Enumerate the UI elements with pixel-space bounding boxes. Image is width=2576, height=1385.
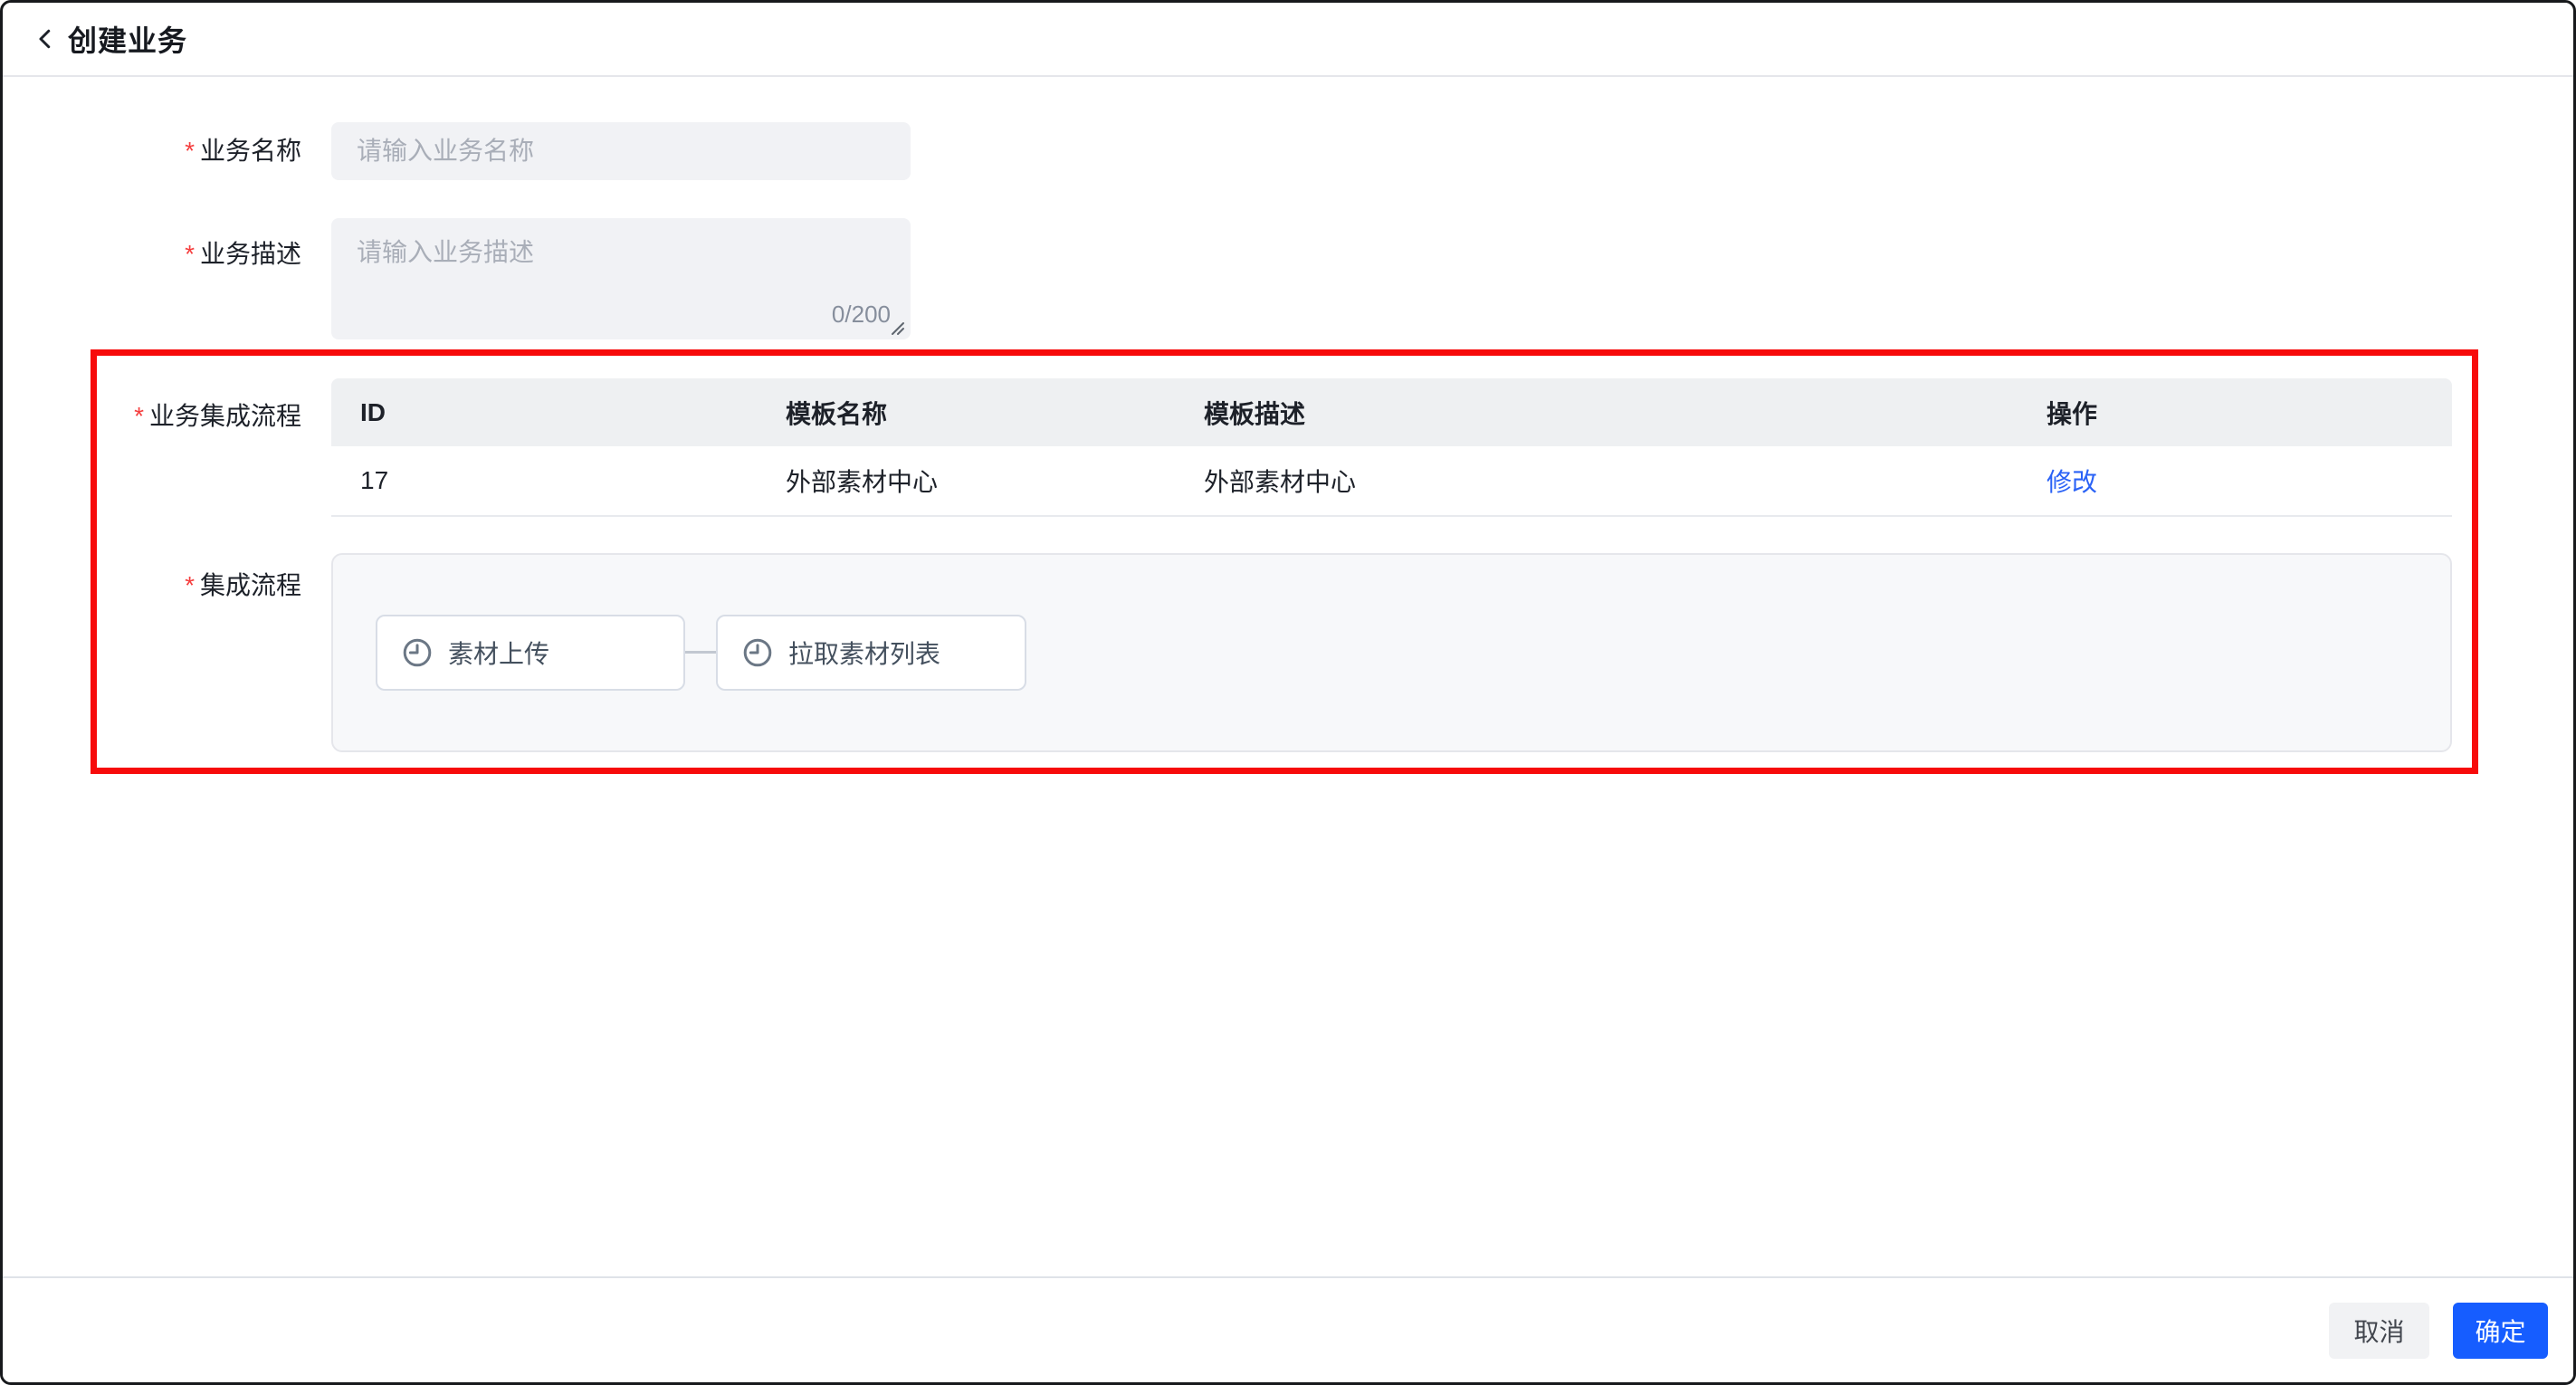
clock-icon: [401, 636, 434, 669]
header-cell-template-desc: 模板描述: [1175, 378, 2018, 446]
required-asterisk: *: [185, 240, 195, 268]
header-cell-template-name: 模板名称: [757, 378, 1175, 446]
business-name-label: * 业务名称: [3, 122, 301, 180]
form-row-flow: * 集成流程 素材上传 拉取素材列表: [3, 553, 2573, 752]
modify-link[interactable]: 修改: [2046, 468, 2097, 496]
required-asterisk: *: [185, 571, 195, 599]
flow-canvas: 素材上传 拉取素材列表: [331, 553, 2452, 752]
char-counter: 0/200: [831, 301, 891, 328]
flow-label: * 集成流程: [3, 553, 301, 752]
flow-node-label: 素材上传: [448, 640, 550, 668]
cell-template-desc: 外部素材中心: [1175, 446, 2018, 517]
form-row-integration-table: * 业务集成流程 ID 模板名称 模板描述 操作 17 外部素材中心 外部素材中…: [3, 378, 2573, 517]
integration-table: ID 模板名称 模板描述 操作 17 外部素材中心 外部素材中心 修改: [331, 378, 2452, 517]
business-name-label-text: 业务名称: [199, 137, 301, 165]
table-header-row: ID 模板名称 模板描述 操作: [331, 378, 2452, 446]
business-desc-textarea-wrap: 0/200: [331, 218, 911, 339]
flow-label-text: 集成流程: [199, 571, 301, 599]
integration-label: * 业务集成流程: [3, 378, 301, 517]
form-row-business-name: * 业务名称: [3, 122, 2573, 180]
resize-handle-icon[interactable]: [887, 318, 907, 338]
integration-label-text: 业务集成流程: [148, 402, 301, 430]
flow-node-pull-material-list[interactable]: 拉取素材列表: [716, 615, 1026, 691]
cancel-button[interactable]: 取消: [2329, 1302, 2429, 1359]
table-row: 17 外部素材中心 外部素材中心 修改: [331, 446, 2452, 517]
header-cell-id: ID: [331, 378, 757, 446]
flow-node-label: 拉取素材列表: [788, 640, 941, 668]
confirm-button[interactable]: 确定: [2453, 1302, 2548, 1359]
business-desc-label-text: 业务描述: [199, 240, 301, 268]
node-connector-line: [685, 651, 716, 654]
business-desc-label: * 业务描述: [3, 218, 301, 339]
page-header: 创建业务: [3, 3, 2573, 77]
required-asterisk: *: [185, 137, 195, 165]
business-name-input[interactable]: [331, 122, 911, 180]
cell-id: 17: [331, 446, 757, 517]
clock-icon: [741, 636, 774, 669]
page-title: 创建业务: [68, 24, 188, 57]
footer-bar: 取消 确定: [3, 1276, 2573, 1382]
create-business-page: 创建业务 * 业务名称 * 业务描述 0/200: [0, 0, 2576, 1385]
header-cell-action: 操作: [2018, 378, 2452, 446]
business-desc-textarea[interactable]: [331, 218, 911, 339]
form-row-business-desc: * 业务描述 0/200: [3, 218, 2573, 339]
cell-template-name: 外部素材中心: [757, 446, 1175, 517]
back-chevron-icon[interactable]: [30, 24, 61, 54]
required-asterisk: *: [134, 402, 144, 430]
form-content: * 业务名称 * 业务描述 0/200: [3, 77, 2573, 752]
flow-node-material-upload[interactable]: 素材上传: [376, 615, 685, 691]
